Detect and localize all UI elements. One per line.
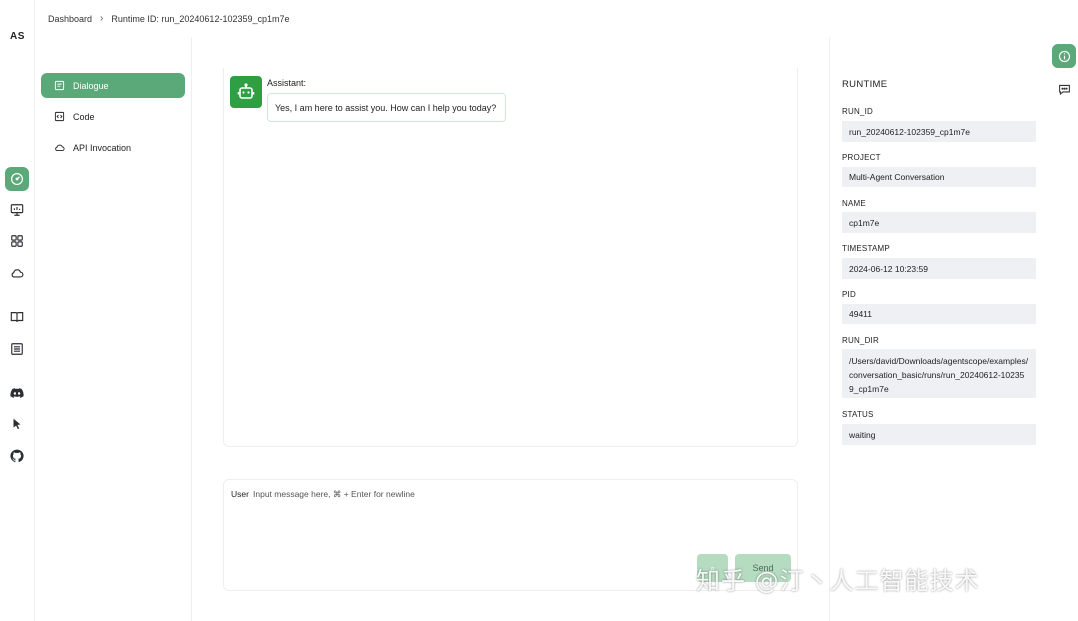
github-icon[interactable] bbox=[5, 444, 29, 468]
code-icon bbox=[53, 111, 65, 123]
info-icon bbox=[1058, 50, 1071, 63]
message-input[interactable] bbox=[253, 485, 773, 503]
breadcrumb-dashboard-link[interactable]: Dashboard bbox=[48, 14, 92, 24]
cloud-icon[interactable] bbox=[5, 261, 29, 285]
icon-rail: AS bbox=[0, 0, 35, 621]
watermark: 知乎 @汀丶人工智能技术 bbox=[696, 567, 980, 595]
robot-icon bbox=[236, 82, 256, 102]
breadcrumb: Dashboard › Runtime ID: run_20240612-102… bbox=[48, 13, 290, 24]
field-label-project: PROJECT bbox=[842, 153, 881, 162]
chevron-right-icon: › bbox=[100, 13, 104, 24]
nav-item-code[interactable]: Code bbox=[41, 104, 185, 129]
field-label-run-dir: RUN_DIR bbox=[842, 336, 879, 345]
dashboard-icon[interactable] bbox=[5, 167, 29, 191]
dialogue-icon bbox=[53, 80, 65, 92]
discord-icon[interactable] bbox=[5, 381, 29, 405]
nav-item-label: Dialogue bbox=[73, 80, 109, 91]
breadcrumb-current: Runtime ID: run_20240612-102359_cp1m7e bbox=[111, 13, 290, 24]
field-label-status: STATUS bbox=[842, 410, 874, 419]
field-value-run-dir: /Users/david/Downloads/agentscope/exampl… bbox=[842, 349, 1036, 398]
message-sender: Assistant: bbox=[267, 78, 307, 88]
runtime-nav-panel: Dialogue Code API Invocation bbox=[35, 37, 192, 621]
field-label-name: NAME bbox=[842, 199, 866, 208]
user-label: User bbox=[231, 489, 249, 499]
field-value-timestamp: 2024-06-12 10:23:59 bbox=[842, 258, 1036, 279]
assistant-avatar bbox=[230, 76, 262, 108]
cloud-icon bbox=[53, 142, 65, 154]
field-value-name: cp1m7e bbox=[842, 212, 1036, 233]
field-value-run-id: run_20240612-102359_cp1m7e bbox=[842, 121, 1036, 142]
field-value-pid: 49411 bbox=[842, 304, 1036, 324]
message-square-icon bbox=[1058, 83, 1071, 96]
list-icon[interactable] bbox=[5, 337, 29, 361]
field-value-status: waiting bbox=[842, 424, 1036, 445]
assistant-message: Yes, I am here to assist you. How can I … bbox=[267, 93, 506, 122]
dialogue-panel[interactable] bbox=[223, 68, 798, 447]
nav-item-dialogue[interactable]: Dialogue bbox=[41, 73, 185, 98]
field-label-pid: PID bbox=[842, 290, 856, 299]
info-toggle-button[interactable] bbox=[1052, 44, 1076, 68]
monitor-icon[interactable] bbox=[5, 198, 29, 222]
app-root: AS Dashboard › Runtime ID: run_20240612-… bbox=[0, 0, 1078, 621]
grid-icon[interactable] bbox=[5, 229, 29, 253]
field-label-run-id: RUN_ID bbox=[842, 107, 873, 116]
page-header: Dashboard › Runtime ID: run_20240612-102… bbox=[35, 0, 1078, 37]
runtime-title: RUNTIME bbox=[842, 79, 888, 90]
chat-toggle-button[interactable] bbox=[1056, 81, 1072, 97]
book-icon[interactable] bbox=[5, 305, 29, 329]
cursor-icon[interactable] bbox=[5, 412, 29, 436]
app-logo: AS bbox=[10, 31, 25, 42]
nav-item-label: API Invocation bbox=[73, 142, 132, 153]
nav-item-label: Code bbox=[73, 111, 95, 122]
field-label-timestamp: TIMESTAMP bbox=[842, 244, 890, 253]
nav-item-api-invocation[interactable]: API Invocation bbox=[41, 135, 185, 160]
field-value-project: Multi-Agent Conversation bbox=[842, 167, 1036, 187]
